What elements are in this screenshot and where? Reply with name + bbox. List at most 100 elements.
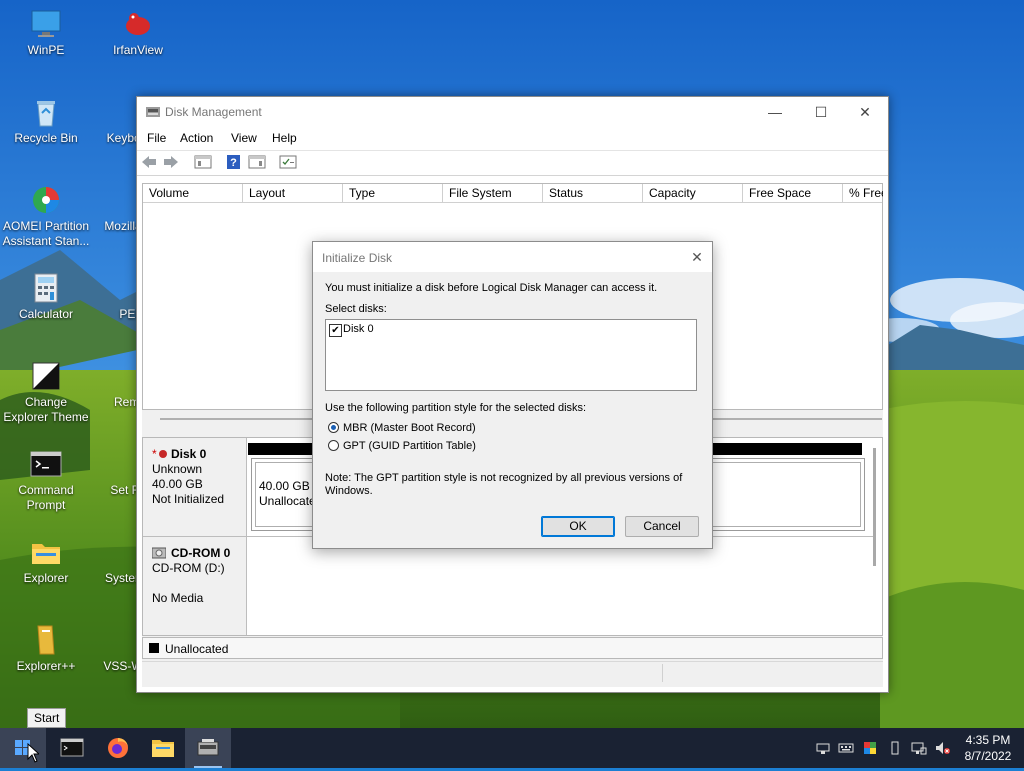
forward-arrow-icon[interactable]	[162, 154, 180, 170]
terminal-icon	[30, 448, 62, 480]
cdrom-type: CD-ROM (D:)	[152, 561, 225, 575]
toolbar: ?	[137, 150, 888, 176]
desktop-icon-label: Explorer++	[16, 659, 76, 673]
window-titlebar[interactable]: Disk Management — ☐ ✕	[137, 97, 888, 128]
disk-management-icon	[146, 106, 160, 118]
windows-logo-icon	[15, 740, 30, 755]
desktop-icon-change-explorer-theme[interactable]: Change Explorer Theme	[1, 360, 91, 425]
desktop-icon-command-prompt[interactable]: Command Prompt	[1, 448, 91, 513]
ok-button[interactable]: OK	[541, 516, 615, 537]
window-title: Disk Management	[165, 105, 262, 119]
svg-text:?: ?	[230, 157, 237, 169]
taskbar-disk-management[interactable]	[185, 728, 231, 768]
disk-view-scrollbar[interactable]	[873, 448, 876, 566]
theme-icon	[30, 360, 62, 392]
close-button[interactable]: ✕	[842, 97, 888, 128]
usb-tray-icon[interactable]	[887, 740, 903, 756]
color-tray-icon[interactable]	[862, 740, 878, 756]
cdrom-name: CD-ROM 0	[171, 546, 231, 560]
desktop-icon-label: WinPE	[27, 43, 65, 57]
back-arrow-icon[interactable]	[140, 154, 158, 170]
maximize-button[interactable]: ☐	[798, 97, 844, 128]
column-type[interactable]: Type	[343, 184, 443, 202]
dialog-close-button[interactable]: ✕	[682, 242, 712, 272]
desktop-icon-calculator[interactable]: Calculator	[1, 272, 91, 322]
disk-item-label: Disk 0	[343, 323, 374, 335]
terminal-icon	[60, 738, 84, 757]
show-action-pane-icon[interactable]	[248, 154, 266, 170]
desktop-icon-label: Calculator	[18, 307, 74, 321]
gpt-note-line-1: Note: The GPT partition style is not rec…	[325, 472, 683, 484]
taskbar-firefox[interactable]	[95, 728, 141, 768]
gpt-label[interactable]: GPT (GUID Partition Table)	[343, 440, 476, 452]
network-tray-icon[interactable]	[815, 740, 831, 756]
mbr-label[interactable]: MBR (Master Boot Record)	[343, 422, 476, 434]
keyboard-tray-icon[interactable]	[838, 740, 854, 756]
desktop-icon-winpe[interactable]: WinPE	[1, 8, 91, 58]
help-icon[interactable]: ?	[225, 154, 243, 170]
irfanview-icon	[122, 8, 154, 40]
recycle-bin-icon	[30, 96, 62, 128]
system-clock[interactable]: 4:35 PM 8/7/2022	[958, 732, 1018, 764]
explorer-plus-icon	[30, 624, 62, 656]
initialize-disk-dialog[interactable]: Initialize Disk ✕ You must initialize a …	[312, 241, 713, 549]
select-disks-label: Select disks:	[325, 303, 387, 315]
start-tooltip: Start	[27, 708, 67, 728]
column-free-space[interactable]: Free Space	[743, 184, 843, 202]
desktop-icon-recycle-bin[interactable]: Recycle Bin	[1, 96, 91, 146]
volume-list-header: Volume Layout Type File System Status Ca…	[143, 184, 883, 203]
disk-0-label[interactable]: * Disk 0 Unknown 40.00 GB Not Initialize…	[143, 438, 247, 536]
menu-action[interactable]: Action	[180, 131, 213, 145]
disk-0-checkbox[interactable]: ✔	[329, 324, 342, 337]
folder-icon	[30, 536, 62, 568]
cdrom-icon	[151, 547, 167, 563]
column-file-system[interactable]: File System	[443, 184, 543, 202]
start-button[interactable]	[0, 728, 46, 768]
dialog-title: Initialize Disk	[322, 251, 393, 265]
desktop-icon-label: AOMEI Partition Assistant Stan...	[2, 219, 90, 248]
taskbar-command-prompt[interactable]	[49, 728, 95, 768]
desktop-icon-label: Change Explorer Theme	[3, 395, 89, 424]
mbr-radio[interactable]	[328, 422, 339, 433]
menu-view[interactable]: View	[231, 131, 257, 145]
firefox-icon	[108, 738, 128, 758]
cancel-button[interactable]: Cancel	[625, 516, 699, 537]
display-tray-icon[interactable]	[911, 740, 927, 756]
volume-muted-icon[interactable]	[934, 740, 950, 756]
disk-error-icon	[159, 450, 167, 458]
column-percent-free[interactable]: % Free	[843, 184, 883, 202]
desktop-icon-label: Command Prompt	[18, 483, 74, 512]
column-status[interactable]: Status	[543, 184, 643, 202]
minimize-button[interactable]: —	[752, 97, 798, 128]
disk-type: Unknown	[152, 462, 203, 476]
menu-bar: File Action View Help	[137, 128, 888, 150]
column-capacity[interactable]: Capacity	[643, 184, 743, 202]
menu-file[interactable]: File	[147, 131, 166, 145]
cdrom-0-label[interactable]: CD-ROM 0 CD-ROM (D:) No Media	[143, 537, 247, 635]
disk-select-list[interactable]: ✔ Disk 0	[325, 319, 697, 391]
properties-icon[interactable]	[279, 154, 297, 170]
folder-icon	[152, 740, 174, 757]
column-layout[interactable]: Layout	[243, 184, 343, 202]
gpt-radio[interactable]	[328, 440, 339, 451]
desktop-icon-irfanview[interactable]: IrfanView	[93, 8, 183, 58]
menu-help[interactable]: Help	[272, 131, 297, 145]
legend-bar: Unallocated	[142, 637, 883, 659]
disk-list-item[interactable]: ✔ Disk 0	[326, 320, 694, 338]
desktop-icon-explorer[interactable]: Explorer	[1, 536, 91, 586]
calculator-icon	[30, 272, 62, 304]
show-hide-tree-icon[interactable]	[194, 154, 212, 170]
monitor-icon	[30, 8, 62, 40]
partition-style-label: Use the following partition style for th…	[325, 402, 587, 414]
taskbar-file-explorer[interactable]	[140, 728, 186, 768]
taskbar: 4:35 PM 8/7/2022	[0, 728, 1024, 768]
status-cell	[142, 664, 663, 682]
column-volume[interactable]: Volume	[143, 184, 243, 202]
desktop-icon-explorer-plus[interactable]: Explorer++	[1, 624, 91, 674]
disk-management-icon	[197, 739, 219, 756]
clock-date: 8/7/2022	[964, 749, 1012, 763]
disk-status-icon: *	[152, 447, 157, 461]
dialog-titlebar[interactable]: Initialize Disk ✕	[313, 242, 712, 272]
status-bar	[142, 661, 883, 684]
desktop-icon-aomei[interactable]: AOMEI Partition Assistant Stan...	[1, 184, 91, 249]
